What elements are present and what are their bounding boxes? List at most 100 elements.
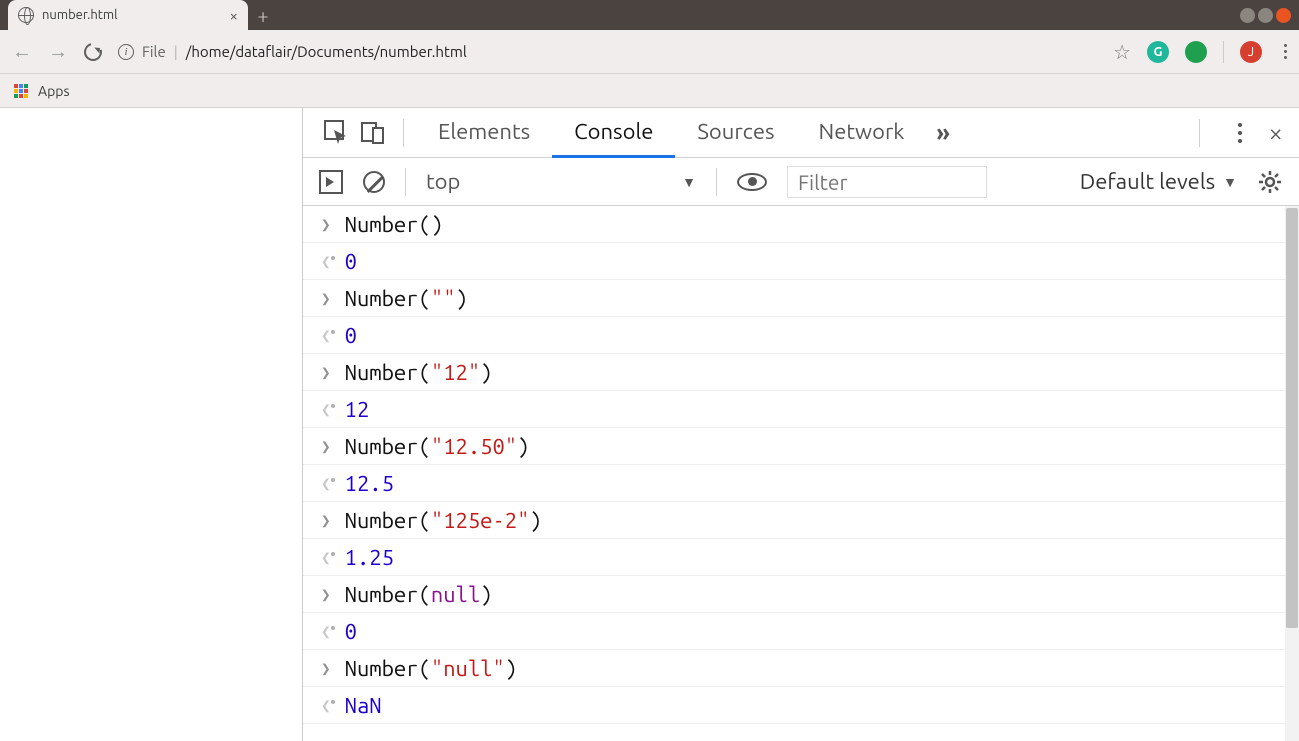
console-output-row: ❮0 [303,243,1299,280]
live-expression-icon[interactable] [737,173,767,191]
console-code: 0 [345,323,357,348]
toolbar-separator [405,168,406,196]
devtools-menu-button[interactable] [1238,123,1242,143]
console-sidebar-toggle-icon[interactable] [319,170,343,194]
devtools-panel: Elements Console Sources Network » × top… [302,108,1299,741]
console-filter-input[interactable] [787,166,987,198]
browser-menu-button[interactable] [1284,44,1287,59]
return-arrow-icon: ❮ [321,696,331,715]
console-code: 12 [345,397,370,422]
profile-avatar[interactable]: J [1240,41,1262,63]
console-output-row: ❮ 12 [303,391,1299,428]
console-output-row: ❮0 [303,613,1299,650]
address-bar[interactable]: i File | /home/dataflair/Documents/numbe… [118,43,1097,60]
return-arrow-icon: ❮ [321,326,331,345]
device-toolbar-icon[interactable] [355,120,391,146]
console-output-row: ❮ NaN [303,687,1299,724]
navbar-separator [1223,41,1224,63]
scrollbar[interactable] [1285,206,1299,741]
console-output-row: ❮ 12.5 [303,465,1299,502]
console-code: Number("null") [345,656,518,681]
console-toolbar: top ▼ Default levels ▼ [303,158,1299,206]
console-input-row: ❯ Number() [303,206,1299,243]
chevron-down-icon: ▼ [682,174,696,190]
forward-button[interactable]: → [48,39,68,64]
reload-button[interactable] [81,39,106,64]
console-settings-icon[interactable] [1257,169,1283,195]
console-input-row: ❯ Number(null) [303,576,1299,613]
console-output-row: ❮1.25 [303,539,1299,576]
console-code: Number() [345,212,444,237]
url-separator: | [174,43,178,60]
devtools-tabs: Elements Console Sources Network » × [303,108,1299,158]
console-code: Number("125e-2") [345,508,542,533]
console-code: Number("") [345,286,468,311]
console-output[interactable]: ❯Number()❮0❯Number("")❮0❯Number("12")❮12… [303,206,1299,741]
console-code: Number("12.50") [345,434,530,459]
inspect-element-icon[interactable] [319,120,355,146]
levels-label: Default levels [1080,169,1215,194]
chevron-right-icon: ❯ [321,215,331,234]
extension-icon[interactable] [1185,41,1207,63]
apps-icon[interactable] [14,84,28,98]
log-levels-selector[interactable]: Default levels ▼ [1080,169,1237,194]
console-input-row: ❯ Number("12") [303,354,1299,391]
chevron-right-icon: ❯ [321,437,331,456]
console-input-row: ❯ Number("125e-2") [303,502,1299,539]
grammarly-extension-icon[interactable]: G [1147,41,1169,63]
console-code: 0 [345,619,357,644]
window-maximize-button[interactable] [1258,8,1273,23]
execution-context-selector[interactable]: top ▼ [426,169,696,194]
console-code: 1.25 [345,545,394,570]
globe-icon [18,7,34,23]
console-code: Number(null) [345,582,493,607]
chevron-right-icon: ❯ [321,585,331,604]
tab-title: number.html [42,8,222,22]
return-arrow-icon: ❮ [321,622,331,641]
window-close-button[interactable] [1276,8,1291,23]
chevron-right-icon: ❯ [321,363,331,382]
new-tab-button[interactable]: + [248,0,278,30]
devtools-separator [403,119,404,147]
window-controls [1240,0,1299,30]
page-content [0,108,302,741]
clear-console-icon[interactable] [363,171,385,193]
back-button[interactable]: ← [12,39,32,64]
console-code: 0 [345,249,357,274]
bookmark-star-icon[interactable]: ☆ [1113,40,1131,64]
bookmarks-bar: Apps [0,74,1299,108]
console-code: Number("12") [345,360,493,385]
chevron-right-icon: ❯ [321,659,331,678]
more-tabs-icon[interactable]: » [936,119,950,146]
return-arrow-icon: ❮ [321,474,331,493]
window-minimize-button[interactable] [1240,8,1255,23]
chevron-right-icon: ❯ [321,511,331,530]
scrollbar-thumb[interactable] [1286,208,1298,628]
tab-sources[interactable]: Sources [675,108,796,158]
tab-close-icon[interactable]: × [230,7,238,24]
chevron-down-icon: ▼ [1223,174,1237,190]
tab-elements[interactable]: Elements [416,108,552,158]
window-titlebar: number.html × + [0,0,1299,30]
devtools-separator [1199,119,1200,147]
console-input-row: ❯ Number("null") [303,650,1299,687]
console-input-row: ❯ Number("") [303,280,1299,317]
tab-network[interactable]: Network [797,108,927,158]
return-arrow-icon: ❮ [321,252,331,271]
console-code: 12.5 [345,471,394,496]
devtools-close-button[interactable]: × [1268,118,1283,147]
context-label: top [426,169,460,194]
browser-tab[interactable]: number.html × [8,0,248,30]
url-path: /home/dataflair/Documents/number.html [186,43,467,60]
main-area: Elements Console Sources Network » × top… [0,108,1299,741]
apps-label[interactable]: Apps [38,83,70,99]
tab-console[interactable]: Console [552,108,675,158]
site-info-icon[interactable]: i [118,44,134,60]
url-scheme: File [142,43,166,60]
chevron-right-icon: ❯ [321,289,331,308]
browser-navbar: ← → i File | /home/dataflair/Documents/n… [0,30,1299,74]
console-input-row: ❯ Number("12.50") [303,428,1299,465]
toolbar-separator [716,168,717,196]
return-arrow-icon: ❮ [321,400,331,419]
console-code: NaN [345,693,382,718]
